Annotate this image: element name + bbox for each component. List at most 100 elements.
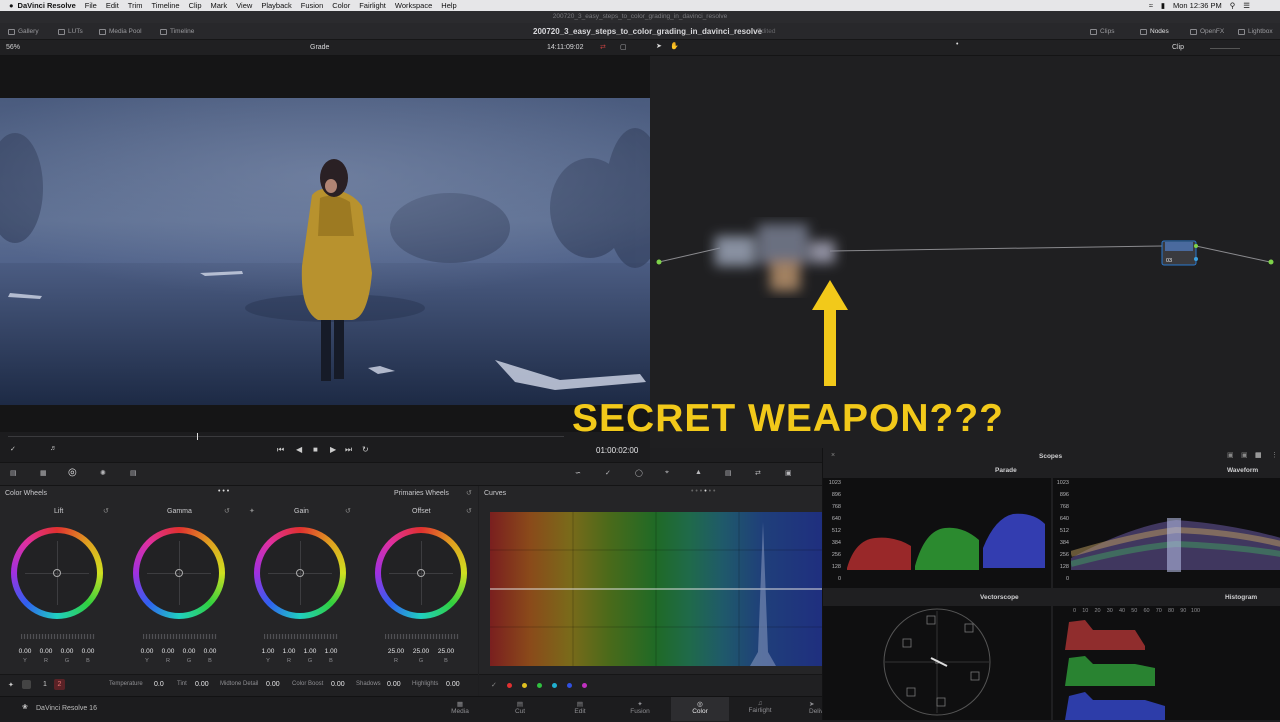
lift-g-value[interactable]: 0.00 <box>57 648 77 655</box>
menu-mark[interactable]: Mark <box>211 1 228 10</box>
menu-list-icon[interactable]: ☰ <box>1243 1 1250 10</box>
play-reverse-icon[interactable]: ◀ <box>296 445 302 454</box>
gamma-master-slider[interactable] <box>143 634 217 639</box>
menu-fusion[interactable]: Fusion <box>301 1 324 10</box>
page-1-button[interactable]: 1 <box>43 681 47 688</box>
page-fairlight[interactable]: ♫ Fairlight <box>740 700 780 714</box>
play-icon[interactable]: ▶ <box>330 445 336 454</box>
gain-r-value[interactable]: 1.00 <box>279 648 299 655</box>
vectorscope-select[interactable]: Vectorscope <box>980 594 1019 601</box>
tint-value[interactable]: 0.00 <box>195 681 209 688</box>
node-zoom-slider[interactable] <box>1210 48 1240 49</box>
wifi-icon[interactable]: ≈ <box>1149 1 1153 10</box>
menu-workspace[interactable]: Workspace <box>395 1 432 10</box>
window-icon[interactable]: ◯ <box>635 469 643 477</box>
tracker-icon[interactable]: ⌖ <box>665 469 669 477</box>
temperature-value[interactable]: 0.0 <box>154 681 164 688</box>
cyan-channel-dot[interactable] <box>552 683 557 688</box>
curve-graph[interactable] <box>490 512 822 666</box>
loop-icon[interactable]: ↻ <box>362 445 369 454</box>
menu-file[interactable]: File <box>85 1 97 10</box>
offset-wheel[interactable] <box>375 527 467 619</box>
bypass-icon[interactable]: ⇄ <box>600 43 606 51</box>
blue-channel-dot[interactable] <box>567 683 572 688</box>
offset-b-value[interactable]: 25.00 <box>436 648 456 655</box>
color-wheels-icon[interactable]: ◎ <box>68 467 77 478</box>
scopes-close-icon[interactable]: × <box>831 452 835 459</box>
gain-wheel[interactable] <box>254 527 346 619</box>
gallery-button[interactable]: Gallery <box>8 23 39 40</box>
gamma-r-value[interactable]: 0.00 <box>158 648 178 655</box>
menu-view[interactable]: View <box>236 1 252 10</box>
gain-picker-icon[interactable]: ✦ <box>249 507 255 515</box>
offset-g-value[interactable]: 25.00 <box>411 648 431 655</box>
lift-wheel[interactable] <box>11 527 103 619</box>
red-channel-dot[interactable] <box>507 683 512 688</box>
lift-master-slider[interactable] <box>21 634 95 639</box>
waveform-select[interactable]: Waveform <box>1227 467 1258 474</box>
timeline-button[interactable]: Timeline <box>160 23 194 40</box>
clips-button[interactable]: Clips <box>1090 23 1114 40</box>
offset-r-value[interactable]: 25.00 <box>386 648 406 655</box>
gain-reset-icon[interactable]: ↺ <box>345 507 351 515</box>
scope-layout-1-icon[interactable]: ▣ <box>1227 451 1234 459</box>
qualifier-icon[interactable]: ✓ <box>605 469 611 477</box>
curves-icon[interactable]: ∽ <box>575 469 581 477</box>
lift-b-value[interactable]: 0.00 <box>78 648 98 655</box>
menubar-clock[interactable]: Mon 12:36 PM <box>1173 1 1222 10</box>
page-deliver[interactable]: ➤Deliver <box>797 700 822 715</box>
menu-playback[interactable]: Playback <box>261 1 291 10</box>
scrub-bar[interactable] <box>8 436 564 437</box>
wheels-page-dot[interactable]: • • • <box>218 488 229 495</box>
hand-icon[interactable]: ✋ <box>670 42 679 50</box>
curve-picker-icon[interactable]: ✓ <box>491 681 497 689</box>
gain-g-value[interactable]: 1.00 <box>300 648 320 655</box>
gamma-y-value[interactable]: 0.00 <box>137 648 157 655</box>
node-page-dot[interactable]: • <box>956 41 958 48</box>
rgb-mixer-icon[interactable]: ✺ <box>100 469 106 477</box>
auto-icon[interactable] <box>22 680 31 689</box>
page-2-button[interactable]: 2 <box>54 679 65 690</box>
menu-edit[interactable]: Edit <box>106 1 119 10</box>
lift-r-value[interactable]: 0.00 <box>36 648 56 655</box>
playhead[interactable] <box>197 433 198 440</box>
search-icon[interactable]: ⚲ <box>1230 1 1236 10</box>
magenta-channel-dot[interactable] <box>582 683 587 688</box>
lift-reset-icon[interactable]: ↺ <box>103 507 109 515</box>
lift-y-value[interactable]: 0.00 <box>15 648 35 655</box>
highlights-value[interactable]: 0.00 <box>446 681 460 688</box>
green-channel-dot[interactable] <box>537 683 542 688</box>
parade-select[interactable]: Parade <box>995 467 1017 474</box>
battery-icon[interactable]: ▮ <box>1161 1 1165 10</box>
stop-icon[interactable]: ■ <box>313 445 318 454</box>
color-match-icon[interactable]: ▦ <box>40 469 47 477</box>
menu-color[interactable]: Color <box>332 1 350 10</box>
page-edit[interactable]: ▤ Edit <box>560 700 600 715</box>
gain-b-value[interactable]: 1.00 <box>321 648 341 655</box>
menu-timeline[interactable]: Timeline <box>152 1 180 10</box>
sizing-icon[interactable]: ⇄ <box>755 469 761 477</box>
blur-icon[interactable]: ▲ <box>695 469 702 476</box>
page-cut[interactable]: ▤ Cut <box>500 700 540 715</box>
key-icon[interactable]: ▤ <box>725 469 732 477</box>
app-menu[interactable]: DaVinci Resolve <box>18 1 76 10</box>
curves-page-dots[interactable]: • • • • • • <box>691 488 715 495</box>
menu-fairlight[interactable]: Fairlight <box>359 1 386 10</box>
page-color[interactable]: ◎ Color <box>671 697 729 721</box>
shadows-value[interactable]: 0.00 <box>387 681 401 688</box>
gain-y-value[interactable]: 1.00 <box>258 648 278 655</box>
offset-master-slider[interactable] <box>385 634 459 639</box>
color-picker-icon[interactable]: ✓ <box>10 445 16 453</box>
menu-clip[interactable]: Clip <box>189 1 202 10</box>
primaries-mode-select[interactable]: Primaries Wheels <box>394 490 449 497</box>
zoom-select[interactable]: 56% <box>6 44 20 51</box>
fullscreen-icon[interactable]: ▢ <box>620 43 627 51</box>
3d-icon[interactable]: ▣ <box>785 469 792 477</box>
go-to-end-icon[interactable]: ⏭ <box>345 445 352 455</box>
menu-trim[interactable]: Trim <box>128 1 143 10</box>
nodes-button[interactable]: Nodes <box>1140 23 1169 40</box>
media-pool-button[interactable]: Media Pool <box>99 23 142 40</box>
apple-icon[interactable]: ● <box>9 1 14 10</box>
lightbox-button[interactable]: Lightbox <box>1238 23 1273 40</box>
motion-effects-icon[interactable]: ▤ <box>130 469 137 477</box>
